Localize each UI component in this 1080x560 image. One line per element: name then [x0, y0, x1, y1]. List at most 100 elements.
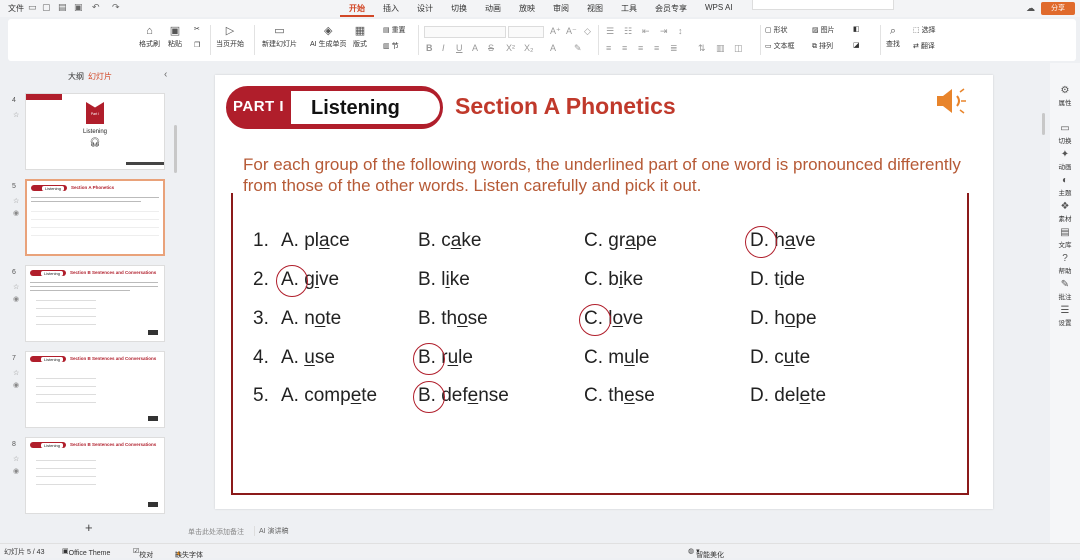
format-painter-button[interactable]: ⌂ 格式刷: [139, 23, 160, 49]
align-center-icon[interactable]: ≡: [622, 43, 627, 53]
print-icon[interactable]: ▤: [58, 2, 67, 13]
tab-outline[interactable]: 大纲: [68, 71, 84, 82]
answer-option[interactable]: D. have: [745, 226, 816, 258]
answer-option[interactable]: A. compete: [281, 385, 377, 407]
outdent-icon[interactable]: ⇥: [660, 26, 668, 37]
answer-option[interactable]: B. like: [418, 269, 470, 291]
copy-icon[interactable]: ❐: [194, 41, 200, 49]
font-family-select[interactable]: [424, 26, 506, 38]
redo-icon[interactable]: ↷: [112, 2, 120, 13]
file-menu[interactable]: 文件: [8, 3, 24, 14]
answer-option[interactable]: B. rule: [413, 343, 473, 375]
slide-thumbnail-4[interactable]: Part I Listening 🎧︎: [25, 93, 165, 170]
text-color-icon[interactable]: A: [550, 43, 556, 53]
align-left-icon[interactable]: ≡: [606, 43, 611, 53]
answer-option[interactable]: A. note: [281, 308, 341, 330]
answer-option[interactable]: C. bike: [584, 269, 643, 291]
answer-option[interactable]: D. tide: [750, 269, 805, 291]
panel-scrollbar[interactable]: [174, 125, 177, 173]
layout-button[interactable]: ▦ 版式: [353, 23, 367, 49]
play-from-current-button[interactable]: ▷ 当页开始: [216, 23, 244, 49]
picture-button[interactable]: ▨ 图片: [812, 25, 835, 35]
shape-button[interactable]: ▢ 形状: [765, 25, 788, 35]
tab-insert[interactable]: 插入: [374, 3, 408, 17]
paste-button[interactable]: ▣ 粘贴: [168, 23, 182, 49]
tab-design[interactable]: 设计: [408, 3, 442, 17]
ai-speech-button[interactable]: AI 演讲稿: [254, 526, 289, 536]
new-slide-button[interactable]: ▭ 新建幻灯片: [262, 23, 297, 49]
bullets-icon[interactable]: ☰: [606, 26, 614, 37]
bold-icon[interactable]: B: [426, 43, 433, 53]
save-icon[interactable]: ▭: [28, 2, 37, 13]
tab-review[interactable]: 审阅: [544, 3, 578, 17]
add-slide-button[interactable]: +: [85, 520, 93, 535]
align-right-icon[interactable]: ≡: [638, 43, 643, 53]
underline-icon[interactable]: U: [456, 43, 463, 53]
slide-thumbnail-8[interactable]: Listening Section B Sentences and Conver…: [25, 437, 165, 514]
theme-name[interactable]: ▣ Office Theme: [62, 547, 110, 557]
font-size-select[interactable]: [508, 26, 544, 38]
translate-button[interactable]: ⇄ 翻译: [913, 41, 935, 51]
slide-thumbnail-7[interactable]: Listening Section B Sentences and Conver…: [25, 351, 165, 428]
tab-wps-ai[interactable]: WPS AI: [696, 3, 742, 17]
arrange-button[interactable]: ⧉ 排列: [812, 41, 833, 51]
tab-member[interactable]: 会员专享: [646, 3, 696, 17]
answer-option[interactable]: C. grape: [584, 230, 657, 252]
export-icon[interactable]: ▣: [74, 2, 83, 13]
sidebar-item-animation[interactable]: ✦ 动画: [1050, 149, 1080, 171]
cloud-icon[interactable]: ☁: [1026, 3, 1035, 14]
cut-icon[interactable]: ✂: [194, 25, 200, 33]
tab-animations[interactable]: 动画: [476, 3, 510, 17]
line-spacing-icon[interactable]: ↕: [678, 26, 683, 36]
answer-option[interactable]: C. love: [579, 304, 643, 336]
section-button[interactable]: ▥ 节: [383, 41, 399, 51]
sidebar-item-transition[interactable]: ▭ 切换: [1050, 123, 1080, 145]
tab-view[interactable]: 视图: [578, 3, 612, 17]
distribute-icon[interactable]: ≣: [670, 43, 678, 54]
undo-icon[interactable]: ↶: [92, 2, 100, 13]
select-button[interactable]: ⬚ 选择: [913, 25, 936, 35]
canvas-scrollbar[interactable]: [1042, 113, 1045, 135]
ai-generate-button[interactable]: ◈ AI 生成单页: [310, 23, 347, 49]
justify-icon[interactable]: ≡: [654, 43, 659, 53]
strikethrough-icon[interactable]: S: [488, 43, 494, 53]
answer-option[interactable]: C. these: [584, 385, 655, 407]
superscript-icon[interactable]: X²: [506, 43, 515, 53]
textbox-button[interactable]: ▭ 文本框: [765, 41, 795, 51]
highlight-icon[interactable]: ✎: [574, 43, 582, 54]
proof-button[interactable]: ☑ 校对: [133, 547, 153, 559]
answer-option[interactable]: D. cute: [750, 347, 810, 369]
tab-slideshow[interactable]: 放映: [510, 3, 544, 17]
tab-slides[interactable]: 幻灯片: [88, 71, 112, 82]
answer-option[interactable]: B. defense: [413, 381, 509, 413]
answer-option[interactable]: A. use: [281, 347, 335, 369]
slide-thumbnail-6[interactable]: Listening Section B Sentences and Conver…: [25, 265, 165, 342]
grow-font-icon[interactable]: A⁺: [550, 26, 561, 37]
share-button[interactable]: 分享: [1041, 2, 1075, 15]
tab-transitions[interactable]: 切换: [442, 3, 476, 17]
tab-home[interactable]: 开始: [340, 3, 374, 17]
sidebar-item-theme[interactable]: ◐ 主题: [1050, 175, 1080, 197]
clear-format-icon[interactable]: ◇: [584, 26, 591, 37]
speaker-icon[interactable]: [933, 86, 969, 116]
sidebar-item-properties[interactable]: ⚙ 属性: [1050, 85, 1080, 107]
search-box[interactable]: [752, 0, 894, 10]
tab-tools[interactable]: 工具: [612, 3, 646, 17]
collapse-panel-icon[interactable]: ‹: [164, 69, 167, 80]
smartart-icon[interactable]: ◫: [734, 43, 743, 54]
sidebar-item-help[interactable]: ? 帮助: [1050, 253, 1080, 275]
fill-icon[interactable]: ◧: [853, 25, 860, 33]
answer-option[interactable]: A. give: [276, 265, 339, 297]
columns-icon[interactable]: ▥: [716, 43, 725, 54]
notes-placeholder[interactable]: 单击此处添加备注: [188, 527, 244, 537]
answer-option[interactable]: C. mule: [584, 347, 649, 369]
italic-icon[interactable]: I: [442, 43, 445, 53]
find-button[interactable]: ⌕ 查找: [886, 23, 900, 49]
answer-option[interactable]: D. hope: [750, 308, 817, 330]
open-icon[interactable]: ▢: [42, 2, 51, 13]
slide-canvas[interactable]: PART I Listening Section A Phonetics For…: [215, 75, 993, 509]
text-direction-icon[interactable]: ⇅: [698, 43, 706, 54]
subscript-icon[interactable]: X₂: [524, 43, 534, 53]
sidebar-item-comments[interactable]: ✎ 批注: [1050, 279, 1080, 301]
sidebar-item-assets[interactable]: ❖ 素材: [1050, 201, 1080, 223]
